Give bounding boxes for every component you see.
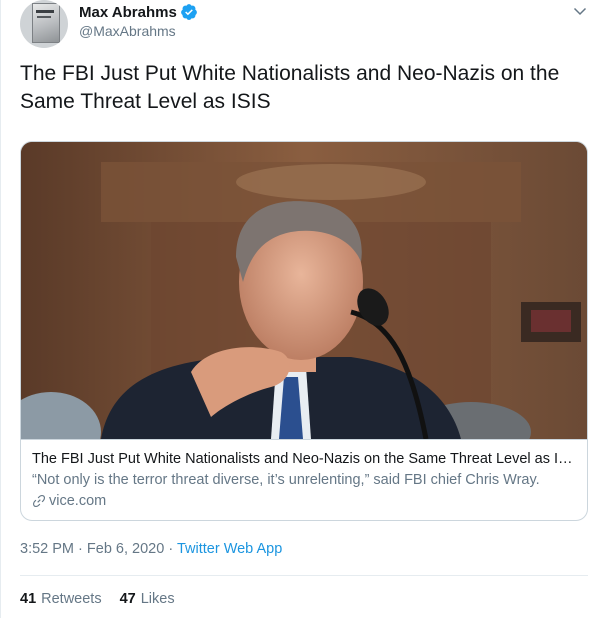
link-icon bbox=[33, 495, 45, 507]
author-handle[interactable]: @MaxAbrahms bbox=[79, 23, 176, 39]
link-card[interactable]: The FBI Just Put White Nationalists and … bbox=[20, 141, 588, 521]
likes-stat[interactable]: 47 Likes bbox=[120, 591, 175, 607]
likes-label: Likes bbox=[140, 591, 175, 607]
chevron-down-icon[interactable] bbox=[572, 3, 588, 19]
author-name-row: Max Abrahms bbox=[79, 3, 198, 21]
meta-separator: · bbox=[78, 541, 83, 557]
book-cover-avatar-icon bbox=[32, 3, 60, 43]
retweets-label: Retweets bbox=[41, 591, 102, 607]
tweet-time[interactable]: 3:52 PM bbox=[20, 541, 74, 557]
card-photo-illustration bbox=[21, 142, 587, 439]
author-display-name[interactable]: Max Abrahms bbox=[79, 4, 177, 21]
tweet-text: The FBI Just Put White Nationalists and … bbox=[20, 62, 560, 113]
tweet-container: Max Abrahms @MaxAbrahms The FBI Just Put… bbox=[0, 0, 607, 618]
avatar[interactable] bbox=[20, 0, 68, 48]
card-image bbox=[21, 142, 587, 439]
card-title: The FBI Just Put White Nationalists and … bbox=[32, 451, 577, 467]
verified-badge-icon bbox=[180, 4, 197, 20]
card-body: The FBI Just Put White Nationalists and … bbox=[21, 439, 587, 520]
retweets-count: 41 bbox=[20, 591, 37, 607]
tweet-stats: 41 Retweets 47 Likes bbox=[20, 591, 193, 607]
likes-count: 47 bbox=[119, 591, 136, 607]
divider bbox=[20, 575, 588, 576]
card-description: “Not only is the terror threat diverse, … bbox=[32, 472, 540, 488]
card-domain-text: vice.com bbox=[49, 493, 107, 509]
meta-separator: · bbox=[168, 541, 174, 557]
retweets-stat[interactable]: 41 Retweets bbox=[20, 591, 102, 607]
card-domain: vice.com bbox=[32, 491, 106, 511]
tweet-timestamp: 3:52 PM · Feb 6, 2020 · Twitter Web App bbox=[20, 541, 282, 557]
tweet-date[interactable]: Feb 6, 2020 bbox=[87, 541, 164, 557]
tweet-source-link[interactable]: Twitter Web App bbox=[177, 541, 282, 557]
